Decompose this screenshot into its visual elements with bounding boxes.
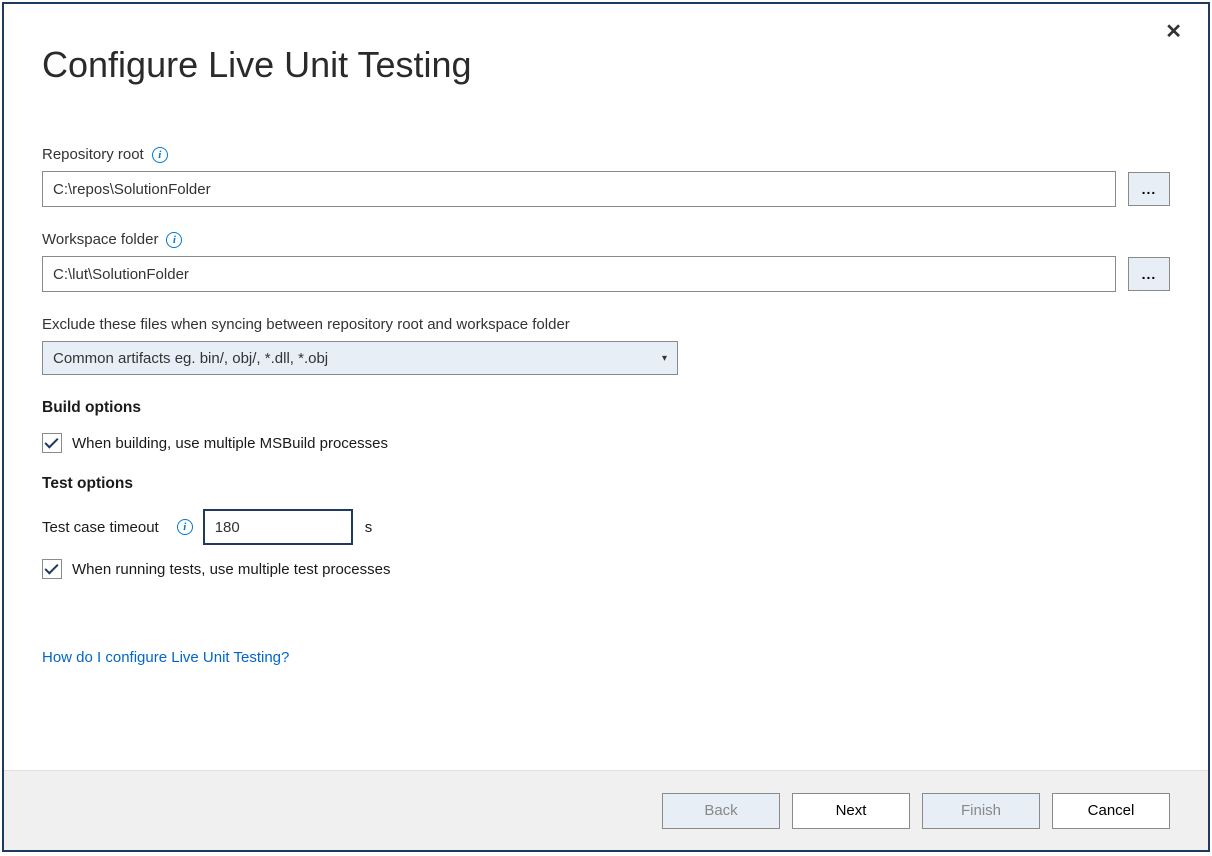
configure-dialog: ✕ Configure Live Unit Testing Repository… [2, 2, 1210, 852]
cancel-button[interactable]: Cancel [1052, 793, 1170, 829]
workspace-folder-browse-button[interactable]: ... [1128, 257, 1170, 291]
back-button[interactable]: Back [662, 793, 780, 829]
timeout-row: Test case timeout i s [42, 509, 1170, 545]
help-link[interactable]: How do I configure Live Unit Testing? [42, 649, 289, 666]
exclude-files-dropdown[interactable]: Common artifacts eg. bin/, obj/, *.dll, … [42, 341, 678, 375]
dialog-title: Configure Live Unit Testing [42, 44, 1170, 86]
test-options-header: Test options [42, 475, 1170, 493]
build-options-header: Build options [42, 399, 1170, 417]
dialog-content: Configure Live Unit Testing Repository r… [4, 4, 1208, 770]
dialog-footer: Back Next Finish Cancel [4, 770, 1208, 850]
next-button[interactable]: Next [792, 793, 910, 829]
multiple-test-checkbox[interactable] [42, 559, 62, 579]
timeout-label: Test case timeout [42, 519, 159, 536]
multiple-msbuild-checkbox[interactable] [42, 433, 62, 453]
info-icon[interactable]: i [152, 147, 168, 163]
repository-root-row: ... [42, 171, 1170, 207]
repository-root-browse-button[interactable]: ... [1128, 172, 1170, 206]
exclude-files-selected: Common artifacts eg. bin/, obj/, *.dll, … [53, 350, 328, 367]
multiple-msbuild-label: When building, use multiple MSBuild proc… [72, 435, 388, 452]
multiple-test-label: When running tests, use multiple test pr… [72, 561, 391, 578]
timeout-input[interactable] [203, 509, 353, 545]
repository-root-label-row: Repository root i [42, 146, 1170, 163]
multiple-msbuild-row: When building, use multiple MSBuild proc… [42, 433, 1170, 453]
exclude-files-group: Exclude these files when syncing between… [42, 316, 1170, 375]
repository-root-group: Repository root i ... [42, 146, 1170, 207]
finish-button[interactable]: Finish [922, 793, 1040, 829]
workspace-folder-label-row: Workspace folder i [42, 231, 1170, 248]
chevron-down-icon: ▾ [662, 353, 667, 364]
workspace-folder-label: Workspace folder [42, 231, 158, 248]
workspace-folder-group: Workspace folder i ... [42, 231, 1170, 292]
multiple-test-row: When running tests, use multiple test pr… [42, 559, 1170, 579]
exclude-files-label: Exclude these files when syncing between… [42, 316, 570, 333]
timeout-unit: s [365, 519, 373, 536]
workspace-folder-input[interactable] [42, 256, 1116, 292]
workspace-folder-row: ... [42, 256, 1170, 292]
exclude-files-label-row: Exclude these files when syncing between… [42, 316, 1170, 333]
repository-root-label: Repository root [42, 146, 144, 163]
repository-root-input[interactable] [42, 171, 1116, 207]
info-icon[interactable]: i [166, 232, 182, 248]
close-button[interactable]: ✕ [1165, 22, 1182, 42]
info-icon[interactable]: i [177, 519, 193, 535]
